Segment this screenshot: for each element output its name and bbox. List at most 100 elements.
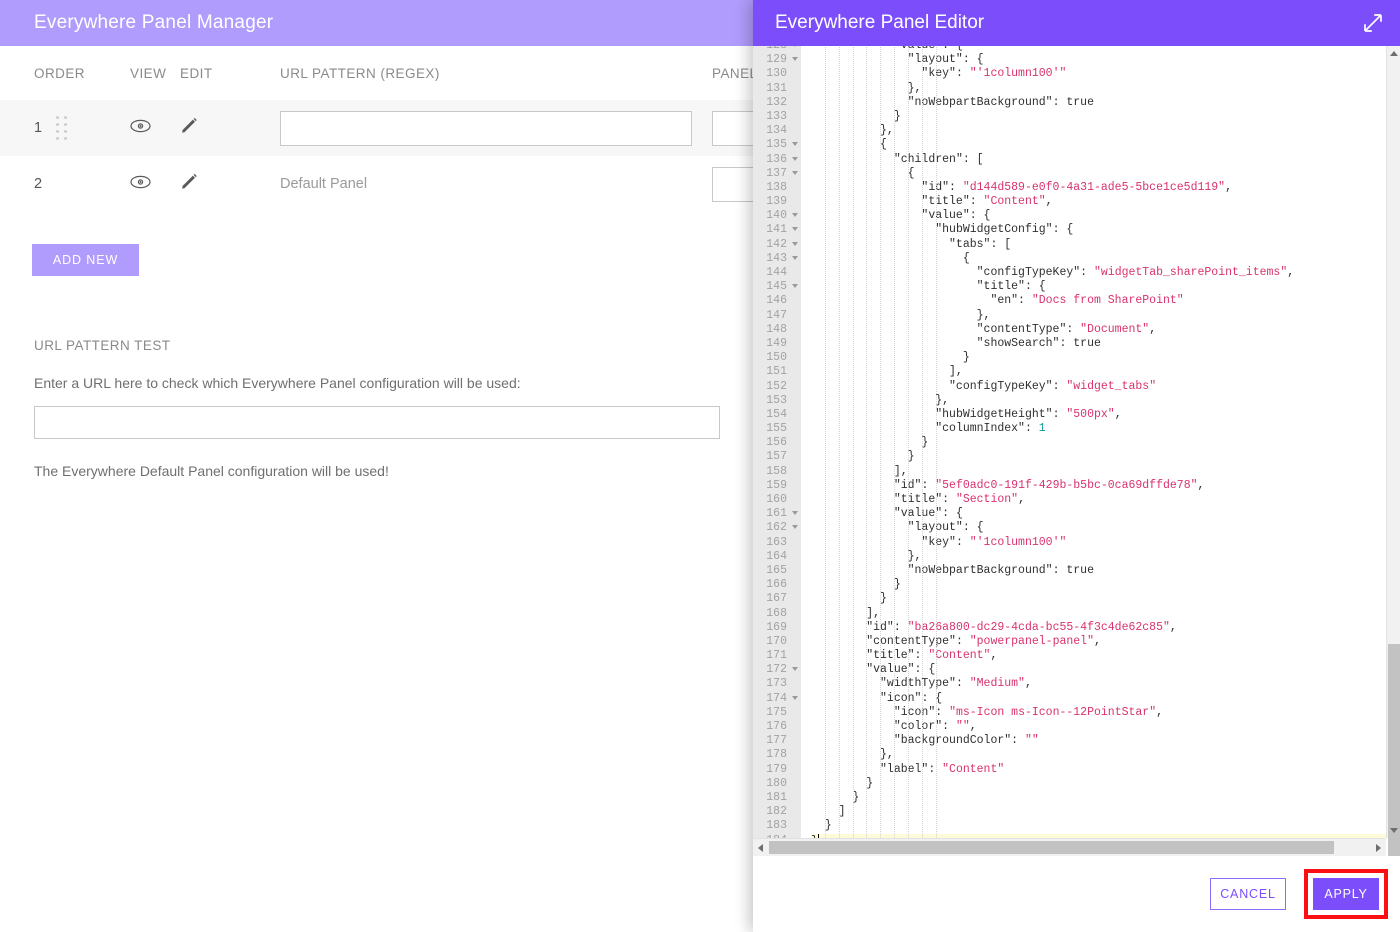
code-line[interactable]: } xyxy=(811,578,1386,592)
code-line[interactable]: }, xyxy=(811,124,1386,138)
fold-triangle-icon[interactable] xyxy=(792,255,798,260)
code-line[interactable]: "contentType": "Document", xyxy=(811,323,1386,337)
code-line[interactable]: { xyxy=(811,167,1386,181)
fold-triangle-icon[interactable] xyxy=(792,170,798,175)
fold-triangle-icon[interactable] xyxy=(792,227,798,232)
code-line[interactable]: "contentType": "powerpanel-panel", xyxy=(811,635,1386,649)
code-line[interactable]: "value": { xyxy=(811,46,1386,53)
line-number: 151 xyxy=(766,365,787,379)
fold-triangle-icon[interactable] xyxy=(792,284,798,289)
row-order-number: 1 xyxy=(34,120,43,136)
code-line[interactable]: } xyxy=(811,819,1386,833)
code-line[interactable]: "configTypeKey": "widget_tabs" xyxy=(811,380,1386,394)
code-scroll-viewport[interactable]: 1281291301311321331341351361371381391401… xyxy=(753,46,1386,838)
cancel-button[interactable]: CANCEL xyxy=(1210,878,1286,910)
url-pattern-test-input[interactable] xyxy=(34,406,720,439)
drag-handle-icon[interactable] xyxy=(56,116,68,140)
eye-icon[interactable] xyxy=(130,119,151,138)
code-line[interactable]: "tabs": [ xyxy=(811,238,1386,252)
fold-triangle-icon[interactable] xyxy=(792,57,798,62)
fold-triangle-icon[interactable] xyxy=(792,511,798,516)
code-line[interactable]: "color": "", xyxy=(811,720,1386,734)
code-line[interactable]: } xyxy=(811,592,1386,606)
code-line[interactable]: }, xyxy=(811,748,1386,762)
code-line[interactable]: "noWebpartBackground": true xyxy=(811,96,1386,110)
scroll-right-arrow-icon[interactable] xyxy=(1376,844,1381,852)
code-line[interactable]: "widthType": "Medium", xyxy=(811,677,1386,691)
code-line[interactable]: "title": "Content", xyxy=(811,195,1386,209)
code-line[interactable]: "hubWidgetHeight": "500px", xyxy=(811,408,1386,422)
code-line[interactable]: "label": "Content" xyxy=(811,763,1386,777)
code-line[interactable]: }, xyxy=(811,394,1386,408)
code-line[interactable]: "layout": { xyxy=(811,53,1386,67)
code-line[interactable]: ], xyxy=(811,465,1386,479)
code-line[interactable]: } xyxy=(811,791,1386,805)
code-line[interactable]: { xyxy=(811,252,1386,266)
code-line[interactable]: } xyxy=(811,110,1386,124)
code-line[interactable]: "layout": { xyxy=(811,521,1386,535)
code-line[interactable]: }, xyxy=(811,550,1386,564)
code-line[interactable]: "en": "Docs from SharePoint" xyxy=(811,294,1386,308)
add-new-button[interactable]: ADD NEW xyxy=(32,244,139,276)
code-line[interactable]: "id": "5ef0adc0-191f-429b-b5bc-0ca69dffd… xyxy=(811,479,1386,493)
code-line[interactable]: "key": "'1column100'" xyxy=(811,536,1386,550)
fold-triangle-icon[interactable] xyxy=(792,156,798,161)
fold-triangle-icon[interactable] xyxy=(792,46,798,47)
code-line[interactable]: "value": { xyxy=(811,507,1386,521)
code-line[interactable]: "showSearch": true xyxy=(811,337,1386,351)
line-number: 138 xyxy=(766,180,787,194)
fold-triangle-icon[interactable] xyxy=(792,695,798,700)
fold-triangle-icon[interactable] xyxy=(792,525,798,530)
code-line[interactable]: ], xyxy=(811,365,1386,379)
eye-icon[interactable] xyxy=(130,175,151,194)
scroll-left-arrow-icon[interactable] xyxy=(758,844,763,852)
scroll-down-arrow-icon[interactable] xyxy=(1390,828,1398,833)
horizontal-scrollbar-thumb[interactable] xyxy=(769,841,1334,854)
code-line[interactable]: ] xyxy=(811,805,1386,819)
code-line[interactable]: } xyxy=(811,351,1386,365)
vertical-scrollbar-thumb[interactable] xyxy=(1388,644,1400,856)
url-pattern-input[interactable] xyxy=(280,110,692,146)
line-number: 176 xyxy=(766,720,787,733)
code-line[interactable]: ], xyxy=(811,607,1386,621)
apply-button[interactable]: APPLY xyxy=(1313,878,1379,910)
order-cell: 1 xyxy=(34,116,130,140)
code-line[interactable]: }, xyxy=(811,82,1386,96)
vertical-scrollbar[interactable] xyxy=(1386,46,1400,856)
code-line[interactable]: "value": { xyxy=(811,209,1386,223)
fold-triangle-icon[interactable] xyxy=(792,667,798,672)
code-line[interactable]: "children": [ xyxy=(811,153,1386,167)
code-line[interactable]: { xyxy=(811,138,1386,152)
code-line[interactable]: "id": "ba26a800-dc29-4cda-bc55-4f3c4de62… xyxy=(811,621,1386,635)
code-line[interactable]: "id": "d144d589-e0f0-4a31-ade5-5bce1ce5d… xyxy=(811,181,1386,195)
pencil-icon[interactable] xyxy=(180,117,198,140)
scroll-up-arrow-icon[interactable] xyxy=(1390,51,1398,56)
code-line[interactable]: }, xyxy=(811,309,1386,323)
fold-triangle-icon[interactable] xyxy=(792,213,798,218)
fold-triangle-icon[interactable] xyxy=(792,241,798,246)
expand-diagonal-arrows-icon[interactable] xyxy=(1360,10,1386,36)
horizontal-scrollbar[interactable] xyxy=(753,838,1386,856)
fold-triangle-icon[interactable] xyxy=(792,142,798,147)
code-line[interactable]: } xyxy=(811,436,1386,450)
code-line[interactable]: } xyxy=(811,777,1386,791)
code-line[interactable]: "key": "'1column100'" xyxy=(811,67,1386,81)
code-line[interactable]: "title": { xyxy=(811,280,1386,294)
code-line[interactable]: "title": "Content", xyxy=(811,649,1386,663)
code-line[interactable]: "icon": "ms-Icon ms-Icon--12PointStar", xyxy=(811,706,1386,720)
code-line[interactable]: "backgroundColor": "" xyxy=(811,734,1386,748)
pencil-icon[interactable] xyxy=(180,173,198,196)
code-line[interactable]: "icon": { xyxy=(811,692,1386,706)
code-line[interactable]: "configTypeKey": "widgetTab_sharePoint_i… xyxy=(811,266,1386,280)
code-line[interactable]: "hubWidgetConfig": { xyxy=(811,223,1386,237)
code-line[interactable]: "noWebpartBackground": true xyxy=(811,564,1386,578)
code-line[interactable]: } xyxy=(811,450,1386,464)
code-content[interactable]: "value": { "layout": { "key": "'1column1… xyxy=(801,46,1386,838)
code-editor-area[interactable]: 1281291301311321331341351361371381391401… xyxy=(753,46,1400,856)
line-number: 172 xyxy=(753,663,801,677)
code-line[interactable]: "title": "Section", xyxy=(811,493,1386,507)
line-number: 171 xyxy=(766,649,787,663)
line-number: 135 xyxy=(753,138,801,152)
code-line[interactable]: "columnIndex": 1 xyxy=(811,422,1386,436)
code-line[interactable]: "value": { xyxy=(811,663,1386,677)
